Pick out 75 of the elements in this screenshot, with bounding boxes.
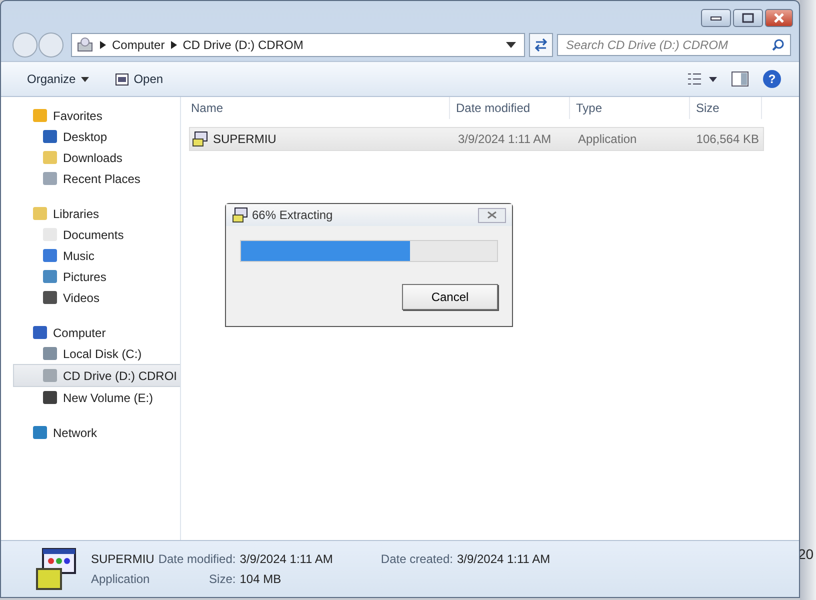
sidebar-item[interactable]: Libraries (1, 203, 180, 224)
column-header[interactable]: Date modified (450, 97, 570, 119)
sidebar-icon (43, 391, 57, 404)
detail-value: 3/9/2024 1:11 AM (240, 552, 333, 566)
cd-drive-icon (76, 37, 94, 53)
breadcrumb[interactable]: CD Drive (D:) CDROM (182, 38, 304, 52)
installer-icon (33, 547, 77, 591)
detail-value: 3/9/2024 1:11 AM (456, 552, 550, 566)
sidebar-item[interactable]: Network (1, 422, 180, 443)
refresh-icon (533, 38, 549, 52)
column-header[interactable]: Type (570, 97, 690, 119)
window-icon (114, 72, 129, 86)
preview-pane-icon[interactable] (731, 71, 749, 87)
search-field[interactable]: Search CD Drive (D:) CDROM (557, 34, 791, 56)
sidebar-item[interactable]: CD Drive (D:) CDROI (13, 364, 180, 387)
sidebar-item[interactable]: Recent Places (1, 168, 180, 189)
breadcrumb[interactable]: Computer (112, 38, 165, 52)
sidebar-icon (33, 326, 47, 339)
sidebar-icon (43, 270, 57, 283)
sidebar-item[interactable]: Favorites (1, 105, 180, 126)
sidebar-icon (43, 291, 57, 304)
open-button[interactable]: Open (108, 69, 170, 89)
close-icon (773, 13, 785, 23)
sidebar-item[interactable]: Pictures (1, 266, 180, 287)
sidebar-item[interactable]: Music (1, 245, 180, 266)
refresh-button[interactable] (529, 33, 553, 57)
sidebar-icon (43, 130, 57, 143)
detail-label: Size: (208, 572, 236, 586)
sidebar-item[interactable]: Computer (1, 322, 180, 343)
sidebar-icon (43, 369, 57, 382)
file-type: Application (91, 572, 151, 586)
sidebar-item[interactable]: Documents (1, 224, 180, 245)
minimize-icon (710, 15, 722, 21)
close-icon (487, 211, 497, 219)
view-options-icon[interactable] (687, 72, 717, 86)
installer-icon (192, 131, 208, 147)
chevron-icon[interactable] (100, 41, 106, 49)
detail-value: 104 MB (240, 572, 282, 586)
sidebar-item[interactable]: Desktop (1, 126, 180, 147)
sidebar-icon (43, 347, 57, 360)
sidebar-item[interactable]: New Volume (E:) (1, 387, 180, 408)
table-cell-text: 106,564 KB (695, 132, 760, 146)
file-name: SUPERMIU (190, 131, 451, 147)
sidebar-icon (43, 172, 57, 185)
dropdown-icon[interactable] (506, 42, 516, 48)
dialog-title: 66% Extracting (252, 208, 333, 222)
address-bar[interactable]: Computer CD Drive (D:) CDROM (71, 33, 525, 57)
table-cell-text: 3/9/2024 1:11 AM (457, 132, 552, 146)
maximize-button[interactable] (733, 9, 763, 27)
search-icon (772, 39, 784, 51)
column-header[interactable]: Size (690, 97, 762, 119)
column-header[interactable]: Name (189, 97, 450, 119)
close-button[interactable] (478, 208, 506, 222)
caret-icon (80, 76, 89, 82)
sidebar-icon (43, 151, 57, 164)
sidebar-icon (43, 249, 57, 262)
minimize-button[interactable] (701, 9, 731, 27)
detail-label: Date modified: (158, 552, 236, 566)
chevron-icon[interactable] (170, 41, 177, 49)
help-button[interactable]: ? (763, 70, 781, 88)
detail-label: Date created: (380, 552, 453, 566)
file-row[interactable]: SUPERMIU 3/9/2024 1:11 AM Application 106,564 KB (189, 127, 764, 151)
sidebar-icon (33, 109, 47, 122)
sidebar-icon (33, 207, 47, 220)
installer-icon (232, 207, 248, 223)
table-cell-text: Application (577, 132, 638, 146)
sidebar-icon (33, 426, 47, 439)
cancel-button[interactable]: Cancel (402, 284, 498, 310)
restore-icon (742, 13, 754, 23)
organize-button[interactable]: Organize (21, 69, 95, 89)
close-button[interactable] (765, 9, 793, 27)
sidebar-item[interactable]: Local Disk (C:) (1, 343, 180, 364)
sidebar-item[interactable]: Videos (1, 287, 180, 308)
sidebar-item[interactable]: Downloads (1, 147, 180, 168)
file-name: SUPERMIU (91, 552, 154, 566)
